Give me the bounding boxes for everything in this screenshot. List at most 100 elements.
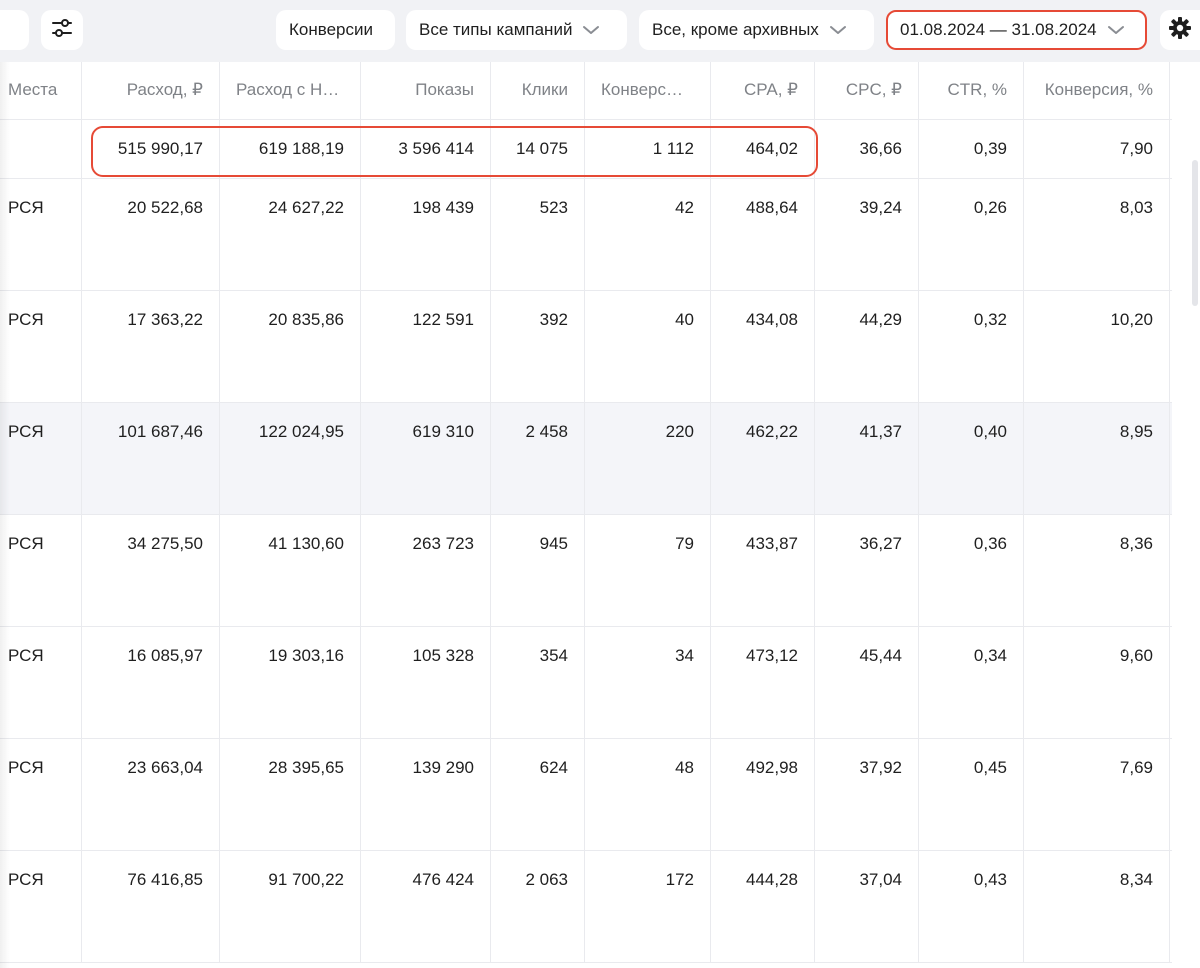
table-cell: 48: [585, 739, 711, 850]
table-cell: 41 130,60: [220, 515, 361, 626]
table-cell: 17 363,22: [82, 291, 220, 402]
table-cell: РСЯ: [0, 851, 82, 962]
total-cell: 14 075: [491, 120, 585, 178]
table-cell: 41,37: [815, 403, 919, 514]
table-cell: 263 723: [361, 515, 491, 626]
statistics-table: Места Расход, ₽ Расход с Н… Показы Клики…: [0, 62, 1200, 968]
chevron-down-icon: [829, 24, 847, 36]
table-cell: 20 522,68: [82, 179, 220, 290]
header-cpc[interactable]: CPC, ₽: [815, 62, 919, 119]
table-row[interactable]: РСЯ 101 687,46 122 024,95 619 310 2 458 …: [0, 403, 1172, 515]
conversions-label: Конверсии: [289, 20, 373, 39]
table-cell: 8,36: [1024, 515, 1170, 626]
settings-button[interactable]: [1160, 10, 1200, 50]
table-cell: 20 835,86: [220, 291, 361, 402]
table-cell: 0,43: [919, 851, 1024, 962]
table-cell: 10,20: [1024, 291, 1170, 402]
table-cell: 8,03: [1024, 179, 1170, 290]
campaign-types-dropdown[interactable]: Все типы кампаний: [406, 10, 627, 50]
table-cell: 23 663,04: [82, 739, 220, 850]
toolbar: Конверсии Все типы кампаний Все, кроме а…: [0, 0, 1200, 62]
total-cell: 3 596 414: [361, 120, 491, 178]
chevron-down-icon: [582, 24, 600, 36]
total-cell: 619 188,19: [220, 120, 361, 178]
table-cell: 101 687,46: [82, 403, 220, 514]
archive-filter-dropdown[interactable]: Все, кроме архивных: [639, 10, 874, 50]
table-cell: 44,29: [815, 291, 919, 402]
table-cell: 624: [491, 739, 585, 850]
table-cell: 462,22: [711, 403, 815, 514]
table-cell: 619 310: [361, 403, 491, 514]
table-cell: 34 275,50: [82, 515, 220, 626]
campaign-types-label: Все типы кампаний: [419, 20, 573, 39]
table-cell: 0,45: [919, 739, 1024, 850]
table-cell: 76 416,85: [82, 851, 220, 962]
table-row[interactable]: РСЯ 76 416,85 91 700,22 476 424 2 063 17…: [0, 851, 1172, 963]
table-row[interactable]: РСЯ 20 522,68 24 627,22 198 439 523 42 4…: [0, 179, 1172, 291]
table-cell: РСЯ: [0, 403, 82, 514]
table-cell: 45,44: [815, 627, 919, 738]
gear-icon: [1168, 16, 1192, 45]
table-cell: 42: [585, 179, 711, 290]
table-cell: 198 439: [361, 179, 491, 290]
table-cell: 172: [585, 851, 711, 962]
total-cell: 7,90: [1024, 120, 1170, 178]
table-cell: 2 063: [491, 851, 585, 962]
date-range-picker[interactable]: 01.08.2024 — 31.08.2024: [886, 10, 1147, 50]
table-cell: РСЯ: [0, 179, 82, 290]
total-cell: [0, 120, 82, 178]
table-cell: 0,34: [919, 627, 1024, 738]
table-cell: 105 328: [361, 627, 491, 738]
table-cell: 19 303,16: [220, 627, 361, 738]
table-cell: 220: [585, 403, 711, 514]
table-cell: 79: [585, 515, 711, 626]
total-cell: 1 112: [585, 120, 711, 178]
table-cell: 8,95: [1024, 403, 1170, 514]
conversions-button[interactable]: Конверсии: [276, 10, 395, 50]
header-spend-vat[interactable]: Расход с Н…: [220, 62, 361, 119]
table-cell: 37,04: [815, 851, 919, 962]
table-cell: 0,36: [919, 515, 1024, 626]
table-cell: 39,24: [815, 179, 919, 290]
table-cell: 433,87: [711, 515, 815, 626]
header-conversion-rate[interactable]: Конверсия, %: [1024, 62, 1170, 119]
archive-filter-label: Все, кроме архивных: [652, 20, 819, 39]
filter-settings-button[interactable]: [41, 10, 83, 50]
table-cell: 392: [491, 291, 585, 402]
header-impressions[interactable]: Показы: [361, 62, 491, 119]
table-cell: 40: [585, 291, 711, 402]
header-spend[interactable]: Расход, ₽: [82, 62, 220, 119]
table-cell: 91 700,22: [220, 851, 361, 962]
table-cell: 7,69: [1024, 739, 1170, 850]
table-cell: 476 424: [361, 851, 491, 962]
header-places[interactable]: Места: [0, 62, 82, 119]
table-cell: 354: [491, 627, 585, 738]
total-cell: 36,66: [815, 120, 919, 178]
table-cell: 28 395,65: [220, 739, 361, 850]
header-conversions[interactable]: Конверс…: [585, 62, 711, 119]
table-row[interactable]: РСЯ 34 275,50 41 130,60 263 723 945 79 4…: [0, 515, 1172, 627]
table-row[interactable]: РСЯ 16 085,97 19 303,16 105 328 354 34 4…: [0, 627, 1172, 739]
table-cell: 434,08: [711, 291, 815, 402]
header-cpa[interactable]: CPA, ₽: [711, 62, 815, 119]
table-cell: 16 085,97: [82, 627, 220, 738]
table-row[interactable]: РСЯ 17 363,22 20 835,86 122 591 392 40 4…: [0, 291, 1172, 403]
table-cell: РСЯ: [0, 739, 82, 850]
scrollbar-thumb[interactable]: [1192, 160, 1198, 306]
table-row[interactable]: РСЯ 23 663,04 28 395,65 139 290 624 48 4…: [0, 739, 1172, 851]
search-input[interactable]: [0, 10, 29, 50]
header-ctr[interactable]: CTR, %: [919, 62, 1024, 119]
table-cell: 8,34: [1024, 851, 1170, 962]
sliders-icon: [51, 17, 73, 44]
table-cell: 122 024,95: [220, 403, 361, 514]
header-clicks[interactable]: Клики: [491, 62, 585, 119]
table-cell: 444,28: [711, 851, 815, 962]
table-cell: 0,32: [919, 291, 1024, 402]
table-cell: РСЯ: [0, 515, 82, 626]
total-cell: 0,39: [919, 120, 1024, 178]
table-cell: РСЯ: [0, 627, 82, 738]
table-cell: 473,12: [711, 627, 815, 738]
table-cell: 9,60: [1024, 627, 1170, 738]
table-cell: 0,26: [919, 179, 1024, 290]
table-cell: 24 627,22: [220, 179, 361, 290]
